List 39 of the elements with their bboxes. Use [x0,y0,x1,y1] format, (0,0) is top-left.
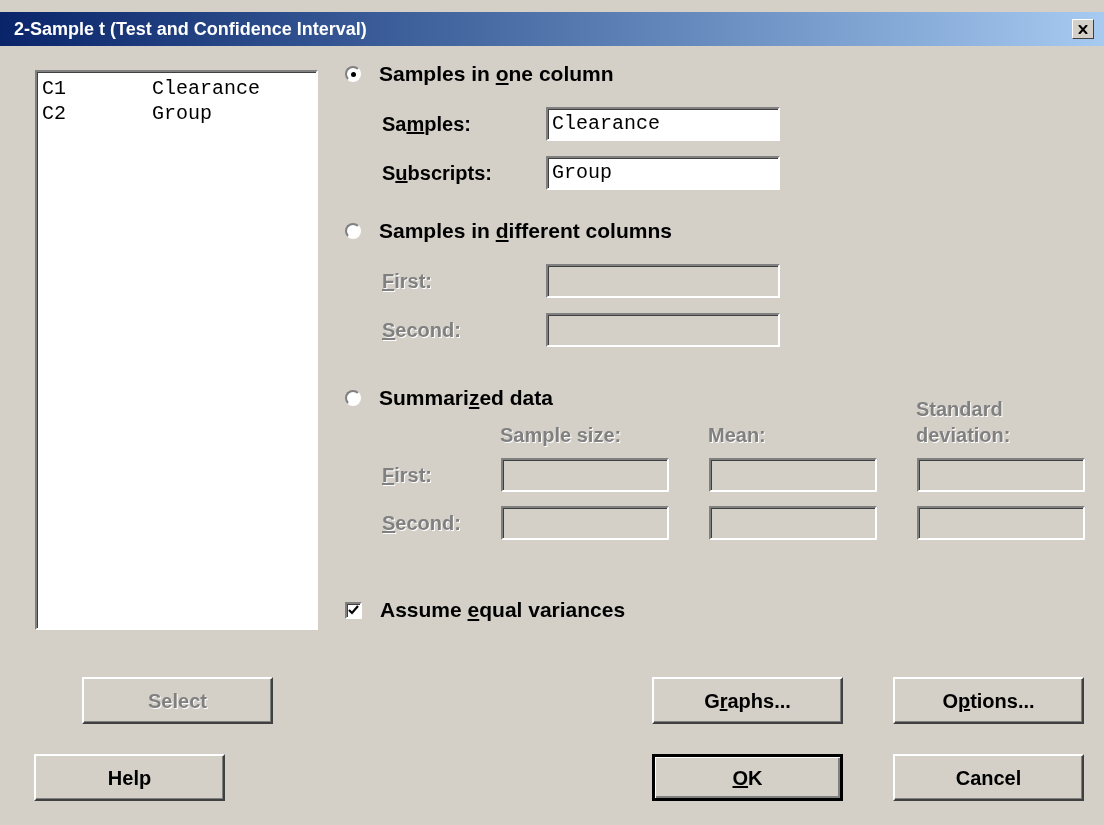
input-field[interactable]: Clearance [546,107,780,141]
input-field[interactable] [546,313,780,347]
column-id: C1 [42,76,67,101]
radio-button[interactable] [345,66,361,82]
variable-list[interactable]: C1 Clearance C2 Group [35,70,318,630]
checkbox[interactable] [345,601,362,619]
input-field[interactable]: Group [546,156,780,190]
column-name: Group [152,101,212,126]
input-field[interactable] [501,506,669,540]
close-icon [1078,24,1088,34]
row-label: Second: [382,511,462,536]
input-field[interactable] [709,458,877,492]
dialog-button[interactable]: Graphs... [652,677,843,724]
dialog-button[interactable]: Help [34,754,225,801]
window-title: 2-Sample t (Test and Confidence Interval) [14,17,367,41]
radio-label: Samples in one column [379,61,614,88]
radio-label: Samples in different columns [379,218,672,245]
column-header: Mean: [708,423,767,448]
field-label: First: [382,269,433,294]
dialog-button[interactable]: Options... [893,677,1084,724]
input-field[interactable] [709,506,877,540]
field-label: Samples: [382,112,472,137]
radio-button[interactable] [345,223,361,239]
close-button[interactable] [1072,19,1094,39]
field-label: Subscripts: [382,161,494,186]
column-header: Sample size: [500,423,623,448]
dialog-button[interactable]: Cancel [893,754,1084,801]
input-field[interactable] [546,264,780,298]
column-id: C2 [42,101,67,126]
column-name: Clearance [152,76,261,101]
input-field[interactable] [501,458,669,492]
column-header: Standard deviation: [916,397,1012,448]
input-field[interactable] [917,458,1085,492]
radio-label: Summarized data [379,385,553,412]
checkbox-label: Assume equal variances [380,597,626,624]
input-field[interactable] [917,506,1085,540]
dialog-button[interactable]: OK [652,754,843,801]
row-label: First: [382,463,433,488]
field-label: Second: [382,318,462,343]
